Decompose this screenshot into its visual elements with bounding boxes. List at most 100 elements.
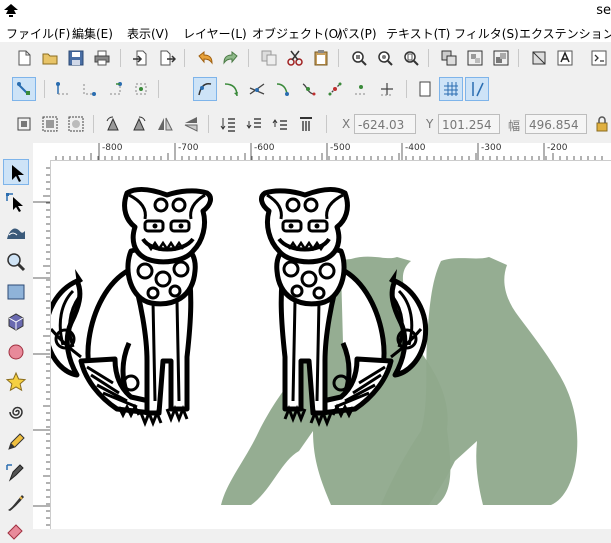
cut-icon[interactable] xyxy=(286,49,304,67)
deselect-icon[interactable] xyxy=(67,115,85,133)
snap-page-border-icon[interactable] xyxy=(416,80,434,98)
menu-text[interactable]: テキスト(T) xyxy=(386,25,450,42)
horizontal-ruler[interactable]: -800 -700 -600 -500 -400 -300 -200 xyxy=(50,143,611,161)
snap-smooth-icon[interactable] xyxy=(300,80,318,98)
menu-bar: ファイル(F) 編集(E) 表示(V) レイヤー(L) オブジェクト(O) パス… xyxy=(0,22,611,42)
menu-extensions[interactable]: エクステンション(N) xyxy=(519,25,611,42)
snap-rotation-center-icon[interactable] xyxy=(378,80,396,98)
duplicate-icon[interactable] xyxy=(260,49,278,67)
toolbar-separator xyxy=(44,80,45,98)
zoom-selection-icon[interactable] xyxy=(350,49,368,67)
lower-to-bottom-icon[interactable] xyxy=(219,115,237,133)
export-icon[interactable] xyxy=(158,49,176,67)
text-font-icon[interactable] xyxy=(556,49,574,67)
calligraphy-tool[interactable] xyxy=(3,489,29,515)
grid-icon xyxy=(444,82,458,96)
box3d-tool[interactable] xyxy=(3,309,29,335)
group-icon[interactable] xyxy=(440,49,458,67)
star-tool[interactable] xyxy=(3,369,29,395)
eraser-icon xyxy=(7,524,23,540)
menu-path[interactable]: パス(P) xyxy=(336,25,377,42)
menu-object[interactable]: オブジェクト(O) xyxy=(252,25,343,42)
select-all-layers-icon[interactable] xyxy=(41,115,59,133)
snap-bbox-corner-icon[interactable] xyxy=(106,80,124,98)
box-3d-icon xyxy=(8,313,24,331)
snap-path-icon[interactable] xyxy=(222,80,240,98)
spiral-icon xyxy=(9,406,23,419)
snap-enable-toggle[interactable] xyxy=(12,77,36,101)
ungroup-icon[interactable] xyxy=(466,49,484,67)
snap-nodes-toggle[interactable] xyxy=(193,77,217,101)
pen-tool[interactable] xyxy=(3,459,29,485)
xml-editor-icon[interactable] xyxy=(590,49,608,67)
raise-to-top-icon[interactable] xyxy=(297,115,315,133)
menu-view[interactable]: 表示(V) xyxy=(127,25,169,42)
pencil-tool[interactable] xyxy=(3,429,29,455)
menu-layer[interactable]: レイヤー(L) xyxy=(183,25,247,42)
toolbar-separator xyxy=(120,49,121,67)
snap-bbox-edge-icon[interactable] xyxy=(80,80,98,98)
selector-tool[interactable] xyxy=(3,159,29,185)
snap-guides-toggle[interactable] xyxy=(465,77,489,101)
open-folder-icon[interactable] xyxy=(41,49,59,67)
toolbox xyxy=(0,143,33,540)
tweak-icon xyxy=(7,228,25,239)
snap-intersection-icon[interactable] xyxy=(248,80,266,98)
ruler-label: -700 xyxy=(178,143,199,153)
toolbar-separator xyxy=(326,115,327,133)
save-icon[interactable] xyxy=(67,49,85,67)
flip-vertical-icon[interactable] xyxy=(182,115,200,133)
fill-stroke-icon[interactable] xyxy=(530,49,548,67)
select-all-icon[interactable] xyxy=(15,115,33,133)
selector-icon xyxy=(12,165,24,182)
print-icon[interactable] xyxy=(93,49,111,67)
toolbar-separator xyxy=(184,49,185,67)
new-document-icon[interactable] xyxy=(15,49,33,67)
zoom-page-icon[interactable] xyxy=(402,49,420,67)
rectangle-icon xyxy=(7,284,25,300)
snap-grid-toggle[interactable] xyxy=(439,77,463,101)
lower-icon[interactable] xyxy=(245,115,263,133)
tool-controls-toolbar: X -624.03 Y 101.254 幅 496.854 xyxy=(0,106,611,142)
lock-icon[interactable] xyxy=(593,115,611,133)
zoom-tool[interactable] xyxy=(3,249,29,275)
ellipse-tool[interactable] xyxy=(3,339,29,365)
flip-horizontal-icon[interactable] xyxy=(156,115,174,133)
drawing-canvas[interactable] xyxy=(51,161,611,529)
clone-icon[interactable] xyxy=(492,49,510,67)
menu-file[interactable]: ファイル(F) xyxy=(6,25,70,42)
menu-edit[interactable]: 編集(E) xyxy=(72,25,113,42)
snap-cusp-icon[interactable] xyxy=(274,80,292,98)
pen-icon xyxy=(6,464,24,482)
import-icon[interactable] xyxy=(132,49,150,67)
snap-bbox-midpoint-icon[interactable] xyxy=(132,80,150,98)
toolbar-separator xyxy=(428,49,429,67)
ruler-label: -400 xyxy=(405,143,426,153)
menu-filter[interactable]: フィルタ(S) xyxy=(454,25,519,42)
x-field[interactable]: -624.03 xyxy=(354,114,416,134)
node-tool[interactable] xyxy=(3,189,29,215)
rectangle-tool[interactable] xyxy=(3,279,29,305)
ruler-label: -500 xyxy=(330,143,351,153)
snap-bbox-icon[interactable] xyxy=(54,80,72,98)
width-field[interactable]: 496.854 xyxy=(525,114,587,134)
y-field[interactable]: 101.254 xyxy=(438,114,500,134)
raise-icon[interactable] xyxy=(271,115,289,133)
redo-icon[interactable] xyxy=(222,49,240,67)
snap-center-icon[interactable] xyxy=(352,80,370,98)
zoom-drawing-icon[interactable] xyxy=(376,49,394,67)
guides-icon xyxy=(472,82,484,97)
eraser-tool[interactable] xyxy=(3,517,29,543)
paste-icon[interactable] xyxy=(312,49,330,67)
vertical-ruler[interactable] xyxy=(33,160,51,529)
snap-icon xyxy=(17,82,30,95)
circle-icon xyxy=(8,344,24,360)
spiral-tool[interactable] xyxy=(3,399,29,425)
tweak-tool[interactable] xyxy=(3,219,29,245)
rotate-ccw-icon[interactable] xyxy=(104,115,122,133)
toolbar-separator xyxy=(248,49,249,67)
snap-midpoint-icon[interactable] xyxy=(326,80,344,98)
ruler-label: -200 xyxy=(547,143,568,153)
rotate-cw-icon[interactable] xyxy=(130,115,148,133)
undo-icon[interactable] xyxy=(196,49,214,67)
